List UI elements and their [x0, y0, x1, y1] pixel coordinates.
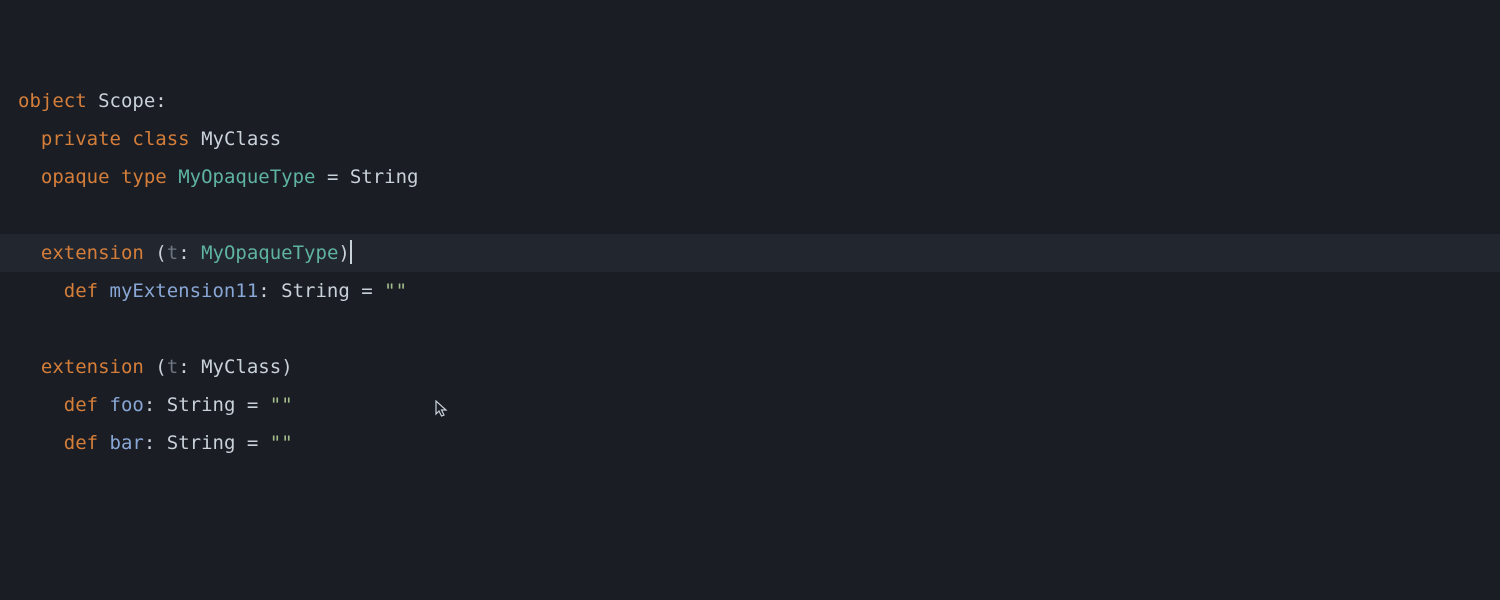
keyword-def: def: [64, 394, 98, 416]
code-line[interactable]: def myExtension11: String = "": [18, 272, 1500, 310]
param-t: t: [167, 356, 178, 378]
type-myopaquetype: MyOpaqueType: [201, 242, 338, 264]
string-literal: "": [270, 394, 293, 416]
code-line[interactable]: object Scope:: [18, 82, 1500, 120]
equals: =: [247, 432, 258, 454]
lparen: (: [155, 356, 166, 378]
colon: :: [155, 90, 166, 112]
type-string: String: [281, 280, 350, 302]
keyword-def: def: [64, 280, 98, 302]
code-line[interactable]: def foo: String = "": [18, 386, 1500, 424]
keyword-extension: extension: [41, 242, 144, 264]
type-string: String: [167, 394, 236, 416]
type-myclass: MyClass: [201, 356, 281, 378]
colon: :: [178, 356, 189, 378]
string-literal: "": [384, 280, 407, 302]
function-foo: foo: [110, 394, 144, 416]
code-line[interactable]: extension (t: MyClass): [18, 348, 1500, 386]
rparen: ): [281, 356, 292, 378]
keyword-private: private: [41, 128, 121, 150]
colon: :: [178, 242, 189, 264]
equals: =: [361, 280, 372, 302]
keyword-def: def: [64, 432, 98, 454]
rparen: ): [338, 242, 349, 264]
identifier-scope: Scope: [98, 90, 155, 112]
equals: =: [327, 166, 338, 188]
lparen: (: [155, 242, 166, 264]
code-line[interactable]: def bar: String = "": [18, 424, 1500, 462]
code-line[interactable]: opaque type MyOpaqueType = String: [18, 158, 1500, 196]
function-bar: bar: [110, 432, 144, 454]
keyword-opaque: opaque: [41, 166, 110, 188]
keyword-type: type: [121, 166, 167, 188]
code-editor[interactable]: object Scope: private class MyClass opaq…: [0, 0, 1500, 600]
colon: :: [144, 394, 155, 416]
type-string: String: [167, 432, 236, 454]
function-myextension11: myExtension11: [110, 280, 259, 302]
code-line-active[interactable]: extension (t: MyOpaqueType): [0, 234, 1500, 272]
equals: =: [247, 394, 258, 416]
keyword-extension: extension: [41, 356, 144, 378]
param-t: t: [167, 242, 178, 264]
colon: :: [144, 432, 155, 454]
string-literal: "": [270, 432, 293, 454]
type-string: String: [350, 166, 419, 188]
identifier-myclass: MyClass: [201, 128, 281, 150]
type-myopaquetype: MyOpaqueType: [178, 166, 315, 188]
code-line[interactable]: private class MyClass: [18, 120, 1500, 158]
text-caret: [350, 240, 352, 264]
colon: :: [258, 280, 269, 302]
code-line-blank[interactable]: [18, 310, 1500, 348]
code-line-blank[interactable]: [18, 196, 1500, 234]
keyword-object: object: [18, 90, 87, 112]
keyword-class: class: [132, 128, 189, 150]
